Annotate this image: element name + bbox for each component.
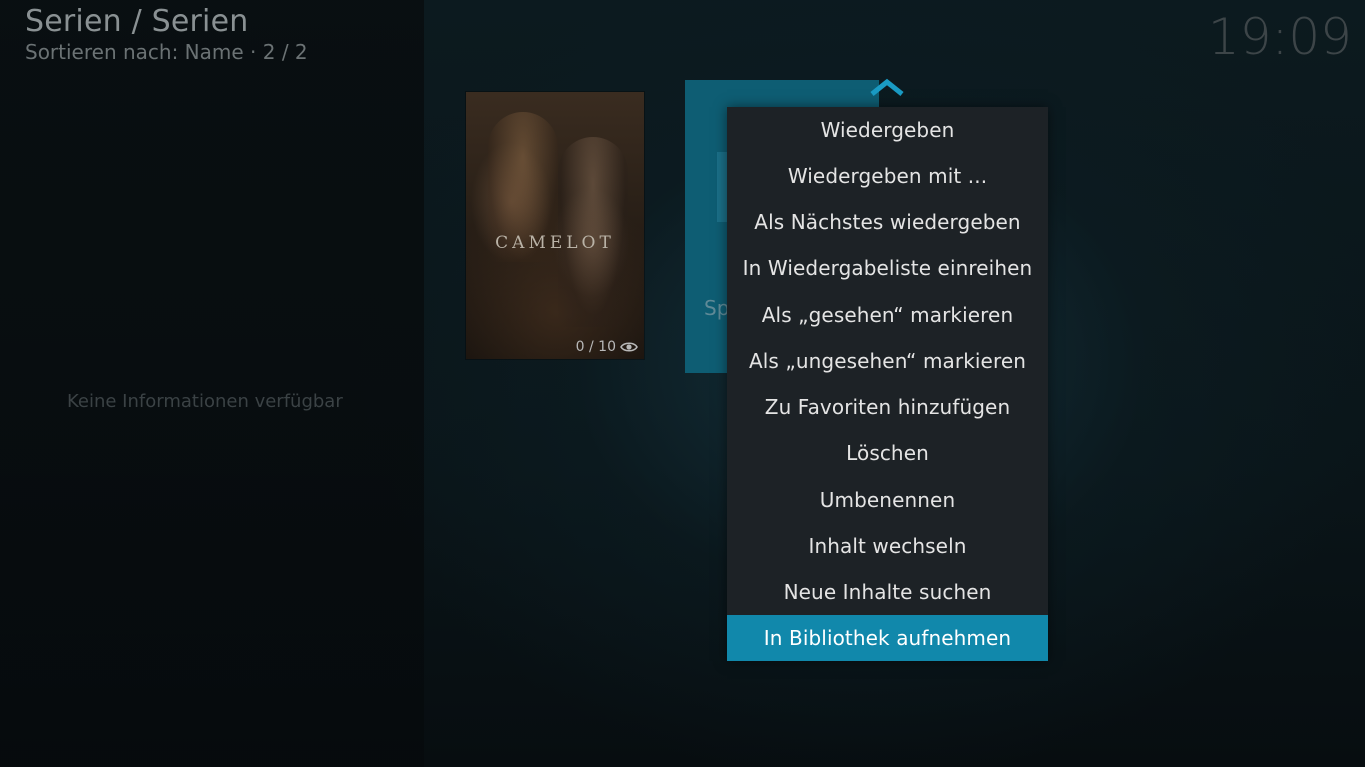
sort-info: Sortieren nach: Name · 2 / 2 (25, 40, 308, 64)
clock: 19:09 (1207, 8, 1352, 66)
menu-item-mark-unwatched[interactable]: Als „ungesehen“ markieren (727, 338, 1048, 384)
context-menu: Wiedergeben Wiedergeben mit ... Als Näch… (727, 107, 1048, 661)
menu-item-play[interactable]: Wiedergeben (727, 107, 1048, 153)
no-info-message: Keine Informationen verfügbar (67, 391, 343, 412)
tvshow-poster-camelot[interactable]: CAMELOT 0 / 10 (466, 92, 644, 359)
poster-title: CAMELOT (495, 233, 615, 253)
menu-item-play-next[interactable]: Als Nächstes wiedergeben (727, 199, 1048, 245)
menu-item-rename[interactable]: Umbenennen (727, 477, 1048, 523)
menu-item-play-with[interactable]: Wiedergeben mit ... (727, 153, 1048, 199)
scroll-up-arrow-icon[interactable] (869, 78, 905, 98)
folder-tile-label: Sp (704, 296, 730, 320)
menu-item-add-favourite[interactable]: Zu Favoriten hinzufügen (727, 384, 1048, 430)
menu-item-add-to-library[interactable]: In Bibliothek aufnehmen (727, 615, 1048, 661)
poster-figure-right (558, 137, 628, 327)
info-panel: Keine Informationen verfügbar (0, 0, 424, 767)
menu-item-queue[interactable]: In Wiedergabeliste einreihen (727, 245, 1048, 291)
menu-item-scan-new-content[interactable]: Neue Inhalte suchen (727, 569, 1048, 615)
watched-count-label: 0 / 10 (575, 339, 616, 355)
menu-item-mark-watched[interactable]: Als „gesehen“ markieren (727, 292, 1048, 338)
kodi-window: Keine Informationen verfügbar Serien / S… (0, 0, 1365, 767)
page-title: Serien / Serien (25, 4, 249, 39)
menu-item-change-content[interactable]: Inhalt wechseln (727, 523, 1048, 569)
watched-count: 0 / 10 (576, 339, 638, 355)
menu-item-delete[interactable]: Löschen (727, 430, 1048, 476)
eye-icon (620, 341, 638, 353)
